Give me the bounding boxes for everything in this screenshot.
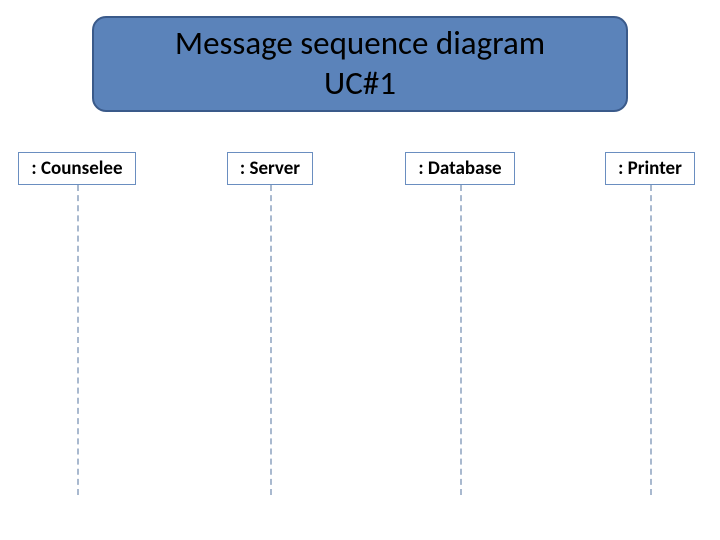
- participant-counselee: : Counselee: [14, 152, 140, 185]
- lifeline: [270, 185, 272, 495]
- lifeline: [77, 185, 79, 495]
- title-line-1: Message sequence diagram: [175, 23, 545, 63]
- participant-label: : Server: [227, 152, 313, 185]
- diagram-title-box: Message sequence diagram UC#1: [92, 16, 628, 112]
- participant-label: : Printer: [605, 152, 695, 185]
- participant-label: : Database: [405, 152, 514, 185]
- participant-printer: : Printer: [600, 152, 700, 185]
- participant-label: : Counselee: [18, 152, 135, 185]
- lifeline: [650, 185, 652, 495]
- diagram-title: Message sequence diagram UC#1: [175, 24, 545, 103]
- participant-server: : Server: [220, 152, 320, 185]
- participant-database: : Database: [400, 152, 520, 185]
- title-line-2: UC#1: [324, 63, 396, 103]
- lifeline: [460, 185, 462, 495]
